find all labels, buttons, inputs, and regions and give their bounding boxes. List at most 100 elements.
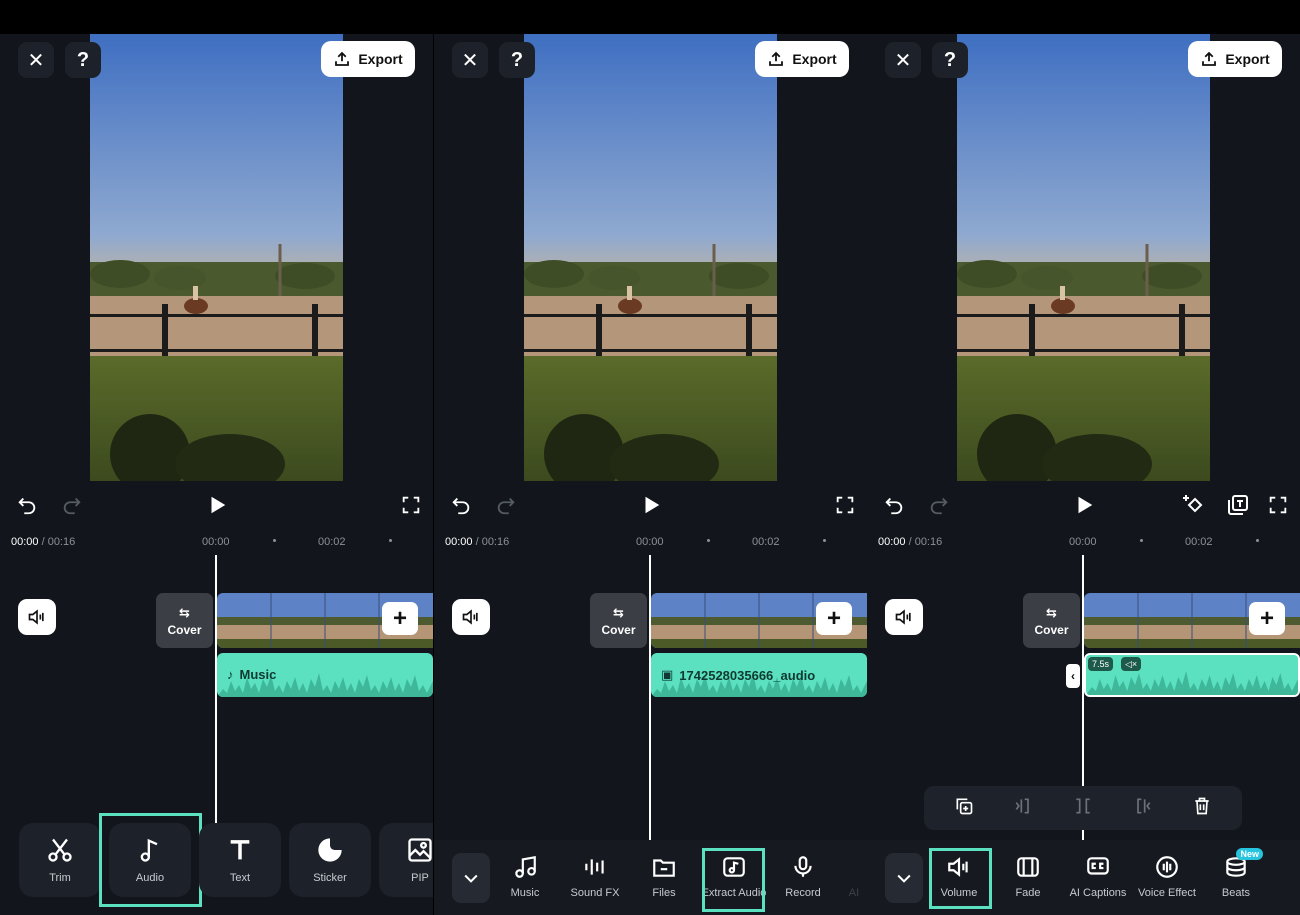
- undo-button[interactable]: [14, 492, 40, 518]
- redo-button[interactable]: [59, 492, 85, 518]
- video-preview[interactable]: [957, 34, 1210, 481]
- status-bar: [0, 0, 1300, 34]
- tool-trim[interactable]: Trim: [19, 823, 101, 897]
- add-clip-button[interactable]: +: [1249, 602, 1285, 635]
- copy-icon: [956, 798, 973, 814]
- export-icon: [335, 51, 350, 66]
- cover-label: Cover: [601, 622, 636, 637]
- tool-record[interactable]: Record: [768, 854, 838, 899]
- pip-icon: [408, 838, 432, 862]
- fullscreen-button[interactable]: [398, 492, 424, 518]
- mute-original-audio-button[interactable]: [18, 599, 56, 635]
- swap-icon: ⇆: [1046, 604, 1057, 620]
- audio-clip-selected[interactable]: [1084, 653, 1300, 697]
- redo-icon: [497, 497, 515, 515]
- tool-sound-fx[interactable]: Sound FX: [560, 854, 630, 899]
- play-button[interactable]: [1070, 492, 1098, 518]
- text-icon: [230, 840, 250, 860]
- keyframe-button[interactable]: [1181, 492, 1205, 518]
- ruler-tick-0: 00:00: [1069, 536, 1097, 548]
- volume-icon: [462, 609, 478, 625]
- playhead[interactable]: [649, 555, 651, 855]
- clip-edit-bar: [924, 786, 1242, 830]
- text-replace-icon: [1228, 495, 1248, 515]
- cover-button[interactable]: ⇆ Cover: [156, 593, 213, 648]
- play-button[interactable]: [637, 492, 665, 518]
- tool-sticker[interactable]: Sticker: [289, 823, 371, 897]
- export-label: Export: [358, 51, 403, 67]
- audio-clip[interactable]: ▣ 1742528035666_audio: [651, 653, 867, 697]
- tool-beats[interactable]: Beats New: [1201, 848, 1271, 899]
- tool-ai-captions[interactable]: AI Captions: [1063, 854, 1133, 899]
- play-button[interactable]: [203, 492, 231, 518]
- split-left-button[interactable]: [1013, 796, 1033, 821]
- highlight-audio: [99, 813, 202, 907]
- fade-icon: [1017, 857, 1039, 877]
- export-button[interactable]: Export: [1188, 41, 1282, 77]
- ruler-dot: [389, 539, 392, 542]
- close-button[interactable]: ✕: [885, 42, 921, 78]
- folder-icon: ▣: [661, 667, 674, 682]
- help-button[interactable]: ?: [932, 42, 968, 78]
- add-clip-button[interactable]: +: [816, 602, 852, 635]
- undo-button[interactable]: [881, 492, 907, 518]
- ruler-dot: [707, 539, 710, 542]
- fullscreen-icon: [836, 496, 854, 514]
- export-button[interactable]: Export: [755, 41, 849, 77]
- undo-icon: [452, 497, 470, 515]
- folder-icon: [653, 859, 675, 877]
- export-button[interactable]: Export: [321, 41, 415, 77]
- export-label: Export: [792, 51, 837, 67]
- split-button[interactable]: [1073, 796, 1093, 821]
- audio-clip[interactable]: ♪ Music: [217, 653, 433, 697]
- redo-icon: [63, 497, 81, 515]
- tool-text[interactable]: Text: [199, 823, 281, 897]
- new-badge: New: [1236, 848, 1263, 860]
- redo-button[interactable]: [926, 492, 952, 518]
- close-button[interactable]: ✕: [452, 42, 488, 78]
- tool-voice-effect[interactable]: Voice Effect: [1132, 854, 1202, 899]
- fullscreen-button[interactable]: [832, 492, 858, 518]
- ruler-tick-0: 00:00: [202, 536, 230, 548]
- clip-trim-handle-left[interactable]: ‹: [1066, 664, 1080, 688]
- delete-button[interactable]: [1192, 796, 1212, 821]
- video-preview[interactable]: [90, 34, 343, 481]
- playhead[interactable]: [215, 555, 217, 855]
- swap-icon: ⇆: [179, 604, 190, 620]
- tool-fade[interactable]: Fade: [993, 854, 1063, 899]
- ruler-dot: [273, 539, 276, 542]
- collapse-button[interactable]: [452, 853, 490, 903]
- music-note-icon: ♪: [227, 667, 234, 682]
- cover-button[interactable]: ⇆ Cover: [1023, 593, 1080, 648]
- sticker-icon: [318, 838, 342, 862]
- mute-original-audio-button[interactable]: [885, 599, 923, 635]
- help-button[interactable]: ?: [499, 42, 535, 78]
- tool-music[interactable]: Music: [490, 854, 560, 899]
- text-replace-button[interactable]: [1226, 492, 1250, 518]
- collapse-button[interactable]: [885, 853, 923, 903]
- editor-panel-audio-submenu: ✕ ? Export 00:00 / 00:16 00:00 00:02 ⇆ C…: [434, 34, 867, 915]
- sound-fx-icon: [585, 859, 604, 875]
- tool-ai[interactable]: AI: [829, 854, 867, 899]
- undo-icon: [885, 497, 903, 515]
- keyframe-icon: [1183, 495, 1203, 513]
- split-right-button[interactable]: [1133, 796, 1153, 821]
- close-button[interactable]: ✕: [18, 42, 54, 78]
- tool-files[interactable]: Files: [629, 854, 699, 899]
- ruler-tick-2: 00:02: [318, 536, 346, 548]
- mute-original-audio-button[interactable]: [452, 599, 490, 635]
- add-clip-button[interactable]: +: [382, 602, 418, 635]
- ai-captions-icon: [1087, 857, 1109, 875]
- ruler-dot: [823, 539, 826, 542]
- fullscreen-button[interactable]: [1265, 492, 1291, 518]
- highlight-volume: [929, 848, 992, 909]
- tool-pip[interactable]: PIP: [379, 823, 433, 897]
- ruler-tick-2: 00:02: [1185, 536, 1213, 548]
- help-button[interactable]: ?: [65, 42, 101, 78]
- ruler-tick-2: 00:02: [752, 536, 780, 548]
- video-preview[interactable]: [524, 34, 777, 481]
- cover-button[interactable]: ⇆ Cover: [590, 593, 647, 648]
- copy-button[interactable]: [954, 796, 974, 821]
- redo-button[interactable]: [493, 492, 519, 518]
- undo-button[interactable]: [448, 492, 474, 518]
